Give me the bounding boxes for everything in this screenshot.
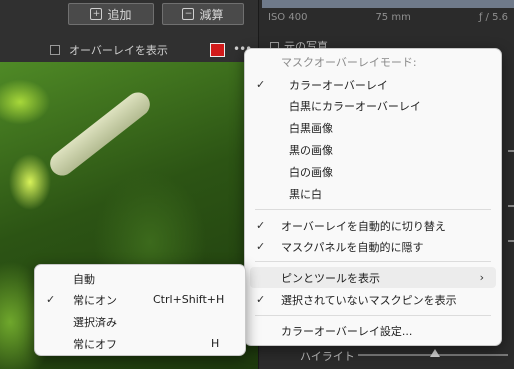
- checkmark-icon: ✓: [256, 293, 266, 306]
- menu-item-label: カラーオーバーレイ設定...: [281, 324, 413, 338]
- menu-item-white-image[interactable]: 白の画像: [245, 161, 501, 182]
- panel-tick: [508, 240, 514, 242]
- overlay-mode-menu: マスクオーバーレイモード: ✓ カラーオーバーレイ 白黒にカラーオーバーレイ 白…: [244, 48, 502, 346]
- highlights-slider-row: ハイライト: [300, 347, 514, 365]
- menu-item-color-on-bw[interactable]: 白黒にカラーオーバーレイ: [245, 95, 501, 116]
- menu-item-label: 選択されていないマスクピンを表示: [281, 293, 457, 307]
- submenu-item-label: 自動: [73, 272, 95, 286]
- menu-item-overlay-settings[interactable]: カラーオーバーレイ設定...: [245, 320, 501, 341]
- exif-aperture: ƒ / 5.6: [478, 12, 508, 23]
- checkmark-icon: ✓: [256, 78, 266, 91]
- show-overlay-label: オーバーレイを表示: [69, 44, 168, 57]
- checkmark-icon: ✓: [46, 293, 56, 306]
- panel-tick: [508, 150, 514, 152]
- menu-item-label: 白の画像: [289, 165, 333, 179]
- menu-item-black-image[interactable]: 黒の画像: [245, 139, 501, 160]
- menu-header: マスクオーバーレイモード:: [245, 51, 501, 72]
- submenu-item-label: 選択済み: [73, 315, 117, 329]
- submenu-item-label: 常にオフ: [73, 337, 117, 351]
- menu-item-label: 黒の画像: [289, 143, 333, 157]
- menu-item-auto-hide-mask-panel[interactable]: ✓ マスクパネルを自動的に隠す: [245, 236, 501, 257]
- submenu-item-auto[interactable]: 自動: [35, 268, 245, 289]
- add-mask-icon: +: [90, 8, 103, 20]
- add-button-label: 追加: [107, 7, 132, 22]
- menu-separator: [255, 315, 491, 316]
- menu-item-label: 白黒にカラーオーバーレイ: [289, 99, 421, 113]
- menu-item-show-unselected-pins[interactable]: ✓ 選択されていないマスクピンを表示: [245, 289, 501, 310]
- menu-item-color-overlay[interactable]: ✓ カラーオーバーレイ: [245, 74, 501, 95]
- checkmark-icon: ✓: [256, 219, 266, 232]
- shortcut-label: H: [211, 337, 220, 350]
- subtract-button[interactable]: − 減算: [162, 3, 244, 25]
- submenu-item-always-on[interactable]: ✓ 常にオン Ctrl+Shift+H: [35, 289, 245, 310]
- submenu-item-selected[interactable]: 選択済み: [35, 311, 245, 332]
- chevron-right-icon: ›: [479, 271, 484, 284]
- exif-iso: ISO 400: [268, 12, 308, 23]
- subtract-mask-icon: −: [182, 8, 195, 20]
- menu-item-label: オーバーレイを自動的に切り替え: [281, 219, 446, 233]
- menu-item-white-on-black[interactable]: 黒に白: [245, 183, 501, 204]
- menu-item-show-pins-and-tools[interactable]: ピンとツールを表示 ›: [250, 267, 496, 288]
- submenu-item-label: 常にオン: [73, 293, 117, 307]
- photo-branch: [45, 87, 155, 181]
- menu-item-label: マスクパネルを自動的に隠す: [281, 240, 424, 254]
- subtract-button-label: 減算: [199, 7, 224, 22]
- submenu-item-always-off[interactable]: 常にオフ H: [35, 333, 245, 354]
- show-overlay-checkbox[interactable]: [50, 45, 60, 55]
- menu-item-auto-toggle-overlay[interactable]: ✓ オーバーレイを自動的に切り替え: [245, 215, 501, 236]
- checkmark-icon: ✓: [256, 240, 266, 253]
- menu-item-label: 白黒画像: [289, 121, 333, 135]
- highlights-slider-handle[interactable]: [430, 349, 440, 357]
- pins-tools-submenu: 自動 ✓ 常にオン Ctrl+Shift+H 選択済み 常にオフ H: [34, 264, 246, 356]
- menu-item-bw-image[interactable]: 白黒画像: [245, 117, 501, 138]
- menu-separator: [255, 209, 491, 210]
- menu-item-label: 黒に白: [289, 187, 322, 201]
- add-button[interactable]: + 追加: [68, 3, 154, 25]
- exif-info: ISO 400 75 mm ƒ / 5.6: [268, 12, 508, 23]
- menu-item-label: カラーオーバーレイ: [289, 78, 388, 92]
- menu-separator: [255, 261, 491, 262]
- overlay-color-swatch[interactable]: [210, 43, 225, 57]
- menu-item-label: ピンとツールを表示: [281, 271, 380, 285]
- menu-header-label: マスクオーバーレイモード:: [281, 55, 417, 69]
- highlights-label: ハイライト: [300, 350, 355, 363]
- shortcut-label: Ctrl+Shift+H: [153, 293, 225, 306]
- panel-tick: [508, 205, 514, 207]
- exif-focal: 75 mm: [375, 12, 411, 23]
- show-overlay-row: オーバーレイを表示: [50, 40, 258, 60]
- histogram-strip: [262, 0, 514, 8]
